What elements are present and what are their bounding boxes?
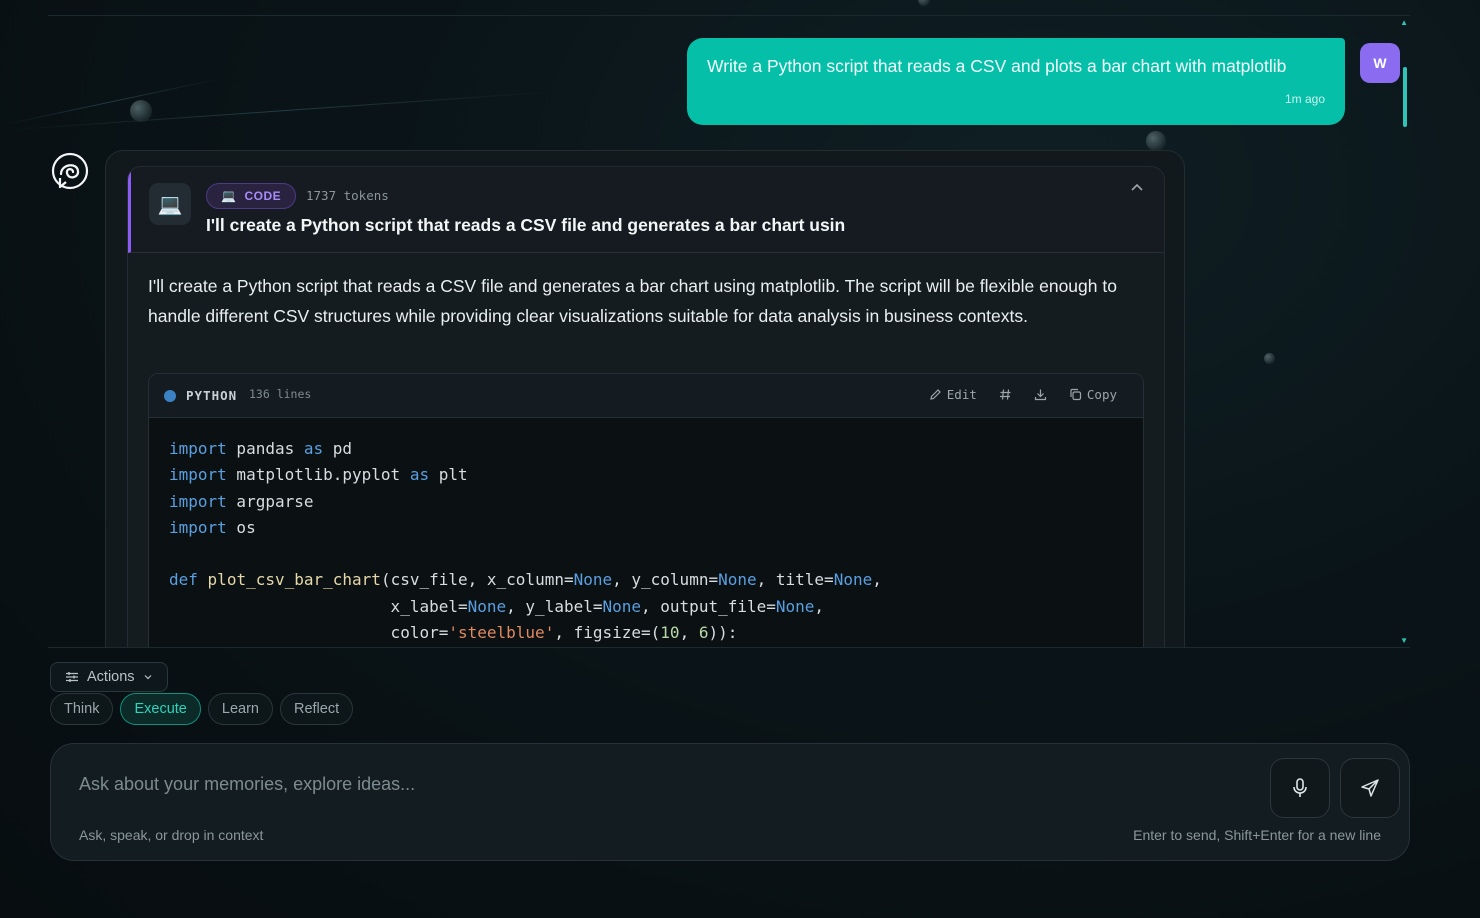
scroll-up-arrow-icon[interactable]: ▲ (1400, 18, 1408, 27)
assistant-message-card: 💻 💻 CODE 1737 tokens I'll create a Pytho… (105, 150, 1185, 647)
assistant-logo-icon (51, 152, 89, 190)
pencil-icon (930, 389, 941, 400)
code-badge: 💻 CODE (206, 183, 297, 209)
chevron-down-icon (144, 675, 151, 680)
actions-label: Actions (87, 669, 135, 685)
actions-dropdown[interactable]: Actions (50, 662, 168, 692)
microphone-button[interactable] (1270, 758, 1330, 818)
message-input[interactable]: Ask about your memories, explore ideas..… (79, 774, 415, 795)
edit-label: Edit (946, 387, 977, 402)
composer-hint-left: Ask, speak, or drop in context (79, 827, 264, 843)
message-timestamp: 1m ago (1284, 92, 1325, 106)
copy-label: Copy (1086, 387, 1117, 402)
user-message-bubble: Write a Python script that reads a CSV a… (687, 38, 1345, 125)
mode-selector: Think Execute Learn Reflect (50, 693, 354, 725)
download-icon (1034, 389, 1046, 401)
response-body-text: I'll create a Python script that reads a… (148, 276, 1117, 326)
code-badge-label: CODE (244, 189, 282, 203)
background-orb (918, 0, 930, 6)
response-header[interactable]: 💻 💻 CODE 1737 tokens I'll create a Pytho… (128, 167, 1164, 253)
scrollbar-thumb[interactable] (1403, 67, 1407, 127)
code-actions: Edit Copy (929, 387, 1117, 402)
copy-button[interactable]: Copy (1069, 387, 1117, 402)
laptop-icon: 💻 (221, 189, 237, 203)
chevron-up-icon[interactable] (1130, 181, 1144, 198)
scroll-down-arrow-icon[interactable]: ▼ (1400, 636, 1408, 645)
chat-scroll-area[interactable]: ▲ ▼ Write a Python script that reads a C… (48, 15, 1410, 648)
line-numbers-button[interactable] (999, 388, 1012, 401)
user-message-text: Write a Python script that reads a CSV a… (707, 56, 1287, 76)
edit-button[interactable]: Edit (929, 387, 977, 402)
copy-icon (1070, 388, 1081, 401)
sliders-icon (66, 672, 78, 682)
mode-execute-button[interactable]: Execute (120, 693, 201, 725)
user-avatar[interactable]: W (1360, 43, 1400, 83)
message-composer: Ask about your memories, explore ideas..… (50, 743, 1410, 861)
send-button[interactable] (1340, 758, 1400, 818)
code-response-card: 💻 💻 CODE 1737 tokens I'll create a Pytho… (127, 166, 1165, 647)
code-language: PYTHON (186, 388, 238, 403)
mode-think-button[interactable]: Think (50, 693, 114, 725)
composer-hint-right: Enter to send, Shift+Enter for a new lin… (1133, 827, 1381, 843)
download-button[interactable] (1034, 388, 1047, 401)
response-title: I'll create a Python script that reads a… (206, 215, 846, 235)
language-dot (164, 390, 176, 402)
code-block-header: PYTHON 136 lines Edit Copy (149, 374, 1143, 418)
laptop-icon: 💻 (149, 183, 191, 225)
token-count: 1737 tokens (306, 188, 389, 203)
mode-reflect-button[interactable]: Reflect (279, 693, 354, 725)
code-line-count: 136 lines (249, 387, 312, 401)
hash-icon (999, 389, 1011, 400)
send-icon (1361, 779, 1379, 797)
code-block: PYTHON 136 lines Edit Copy import pandas… (148, 373, 1144, 647)
mode-learn-button[interactable]: Learn (207, 693, 273, 725)
code-content[interactable]: import pandas as pd import matplotlib.py… (149, 418, 1143, 647)
microphone-icon (1293, 778, 1307, 797)
